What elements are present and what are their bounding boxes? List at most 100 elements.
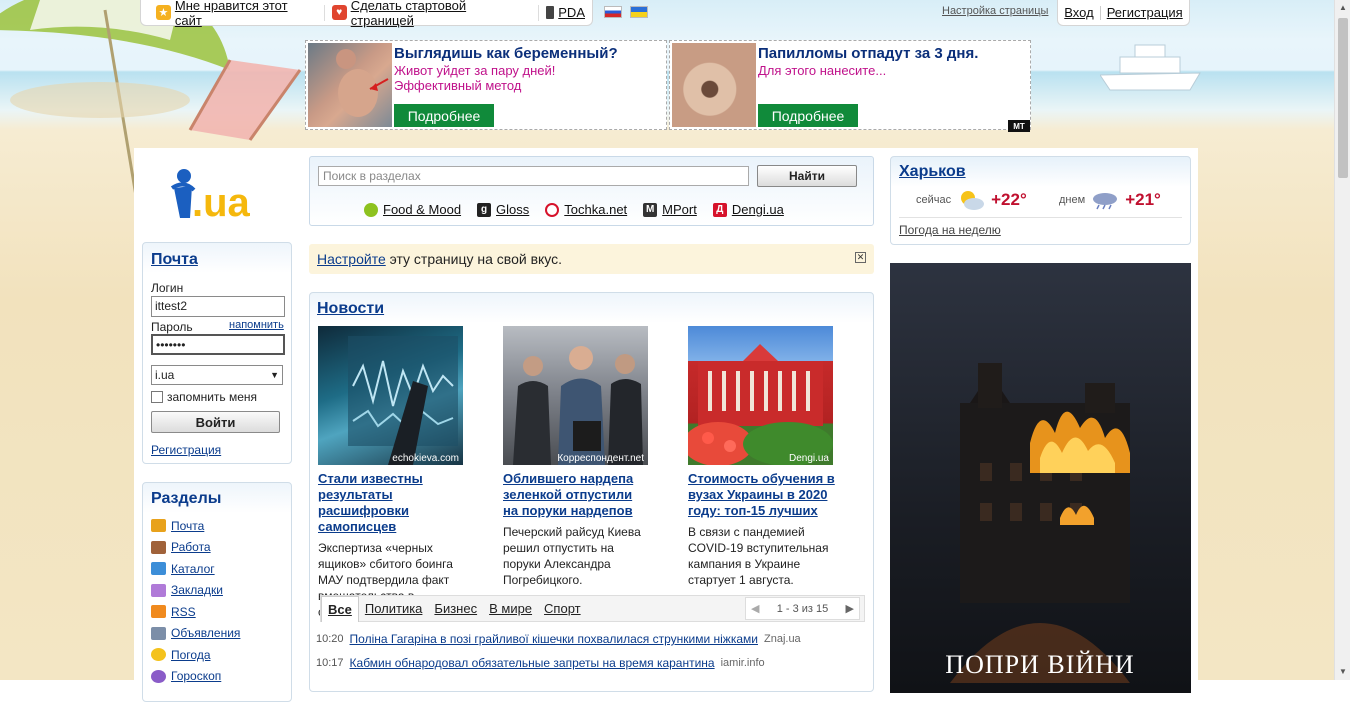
section-item-catalog[interactable]: Каталог <box>151 558 240 580</box>
section-item-bookmarks[interactable]: Закладки <box>151 580 240 602</box>
news-link[interactable]: Кабмин обнародовал обязательные запреты … <box>350 656 715 670</box>
ad-title[interactable]: Выглядишь как беременный? <box>394 45 618 62</box>
news-source: Dengi.ua <box>788 453 829 464</box>
tab-sport[interactable]: Спорт <box>538 596 587 621</box>
partner-foodmood[interactable]: Food & Mood <box>364 202 461 217</box>
ad-more-button[interactable]: Подробнее <box>758 104 858 127</box>
page-settings-link[interactable]: Настройка страницы <box>942 5 1048 17</box>
section-item-mail[interactable]: Почта <box>151 515 240 537</box>
customize-link[interactable]: Настройте <box>317 251 386 267</box>
section-item-horoscope[interactable]: Гороскоп <box>151 666 240 688</box>
news-link[interactable]: Поліна Гагаріна в позі грайливої кішечки… <box>350 632 758 646</box>
signin-button[interactable]: Войти <box>151 411 280 433</box>
chevron-right-icon[interactable]: ▶ <box>846 602 854 615</box>
search-input[interactable]: Поиск в разделах <box>318 166 749 186</box>
ad-block-2[interactable]: Папилломы отпадут за 3 дня. Для этого на… <box>669 40 1031 130</box>
section-label[interactable]: Объявления <box>171 626 240 640</box>
partner-tochka[interactable]: Tochka.net <box>545 202 627 217</box>
weather-city[interactable]: Харьков <box>899 163 966 181</box>
news-source: echokieva.com <box>392 453 459 464</box>
partner-label[interactable]: Food & Mood <box>383 202 461 217</box>
pda-link[interactable]: PDA <box>558 5 585 20</box>
sections-panel: Разделы Почта Работа Каталог Закладки RS… <box>142 482 292 702</box>
section-label[interactable]: RSS <box>171 605 196 619</box>
partner-gloss[interactable]: g Gloss <box>477 202 529 217</box>
domain-select[interactable]: i.ua ▼ <box>151 365 283 385</box>
news-image[interactable]: echokieva.com <box>318 326 463 465</box>
close-icon[interactable]: ✕ <box>855 252 866 263</box>
partner-dengi[interactable]: Д Dengi.ua <box>712 202 784 217</box>
iua-logo-icon: .ua <box>170 169 251 225</box>
news-card[interactable]: Dengi.ua Стоимость обучения в вузах Укра… <box>688 326 835 588</box>
mail-register-link[interactable]: Регистрация <box>151 443 221 457</box>
password-input[interactable]: ••••••• <box>151 334 285 355</box>
section-item-weather[interactable]: Погода <box>151 644 240 666</box>
weather-now-label: сейчас <box>916 194 952 206</box>
ad-title[interactable]: Папилломы отпадут за 3 дня. <box>758 45 978 62</box>
search-button[interactable]: Найти <box>757 165 857 187</box>
section-item-jobs[interactable]: Работа <box>151 537 240 559</box>
section-label[interactable]: Гороскоп <box>171 669 221 683</box>
ad-subtitle: Живот уйдет за пару дней! Эффективный ме… <box>394 63 555 93</box>
star-icon: ★ <box>156 5 171 20</box>
section-item-ads[interactable]: Объявления <box>151 623 240 645</box>
scroll-down-icon[interactable]: ▼ <box>1339 667 1347 676</box>
news-headline[interactable]: Облившего нардепа зеленкой отпустили на … <box>503 471 650 519</box>
site-logo[interactable]: .ua <box>170 166 270 229</box>
chevron-left-icon[interactable]: ◀ <box>751 602 759 615</box>
scroll-up-icon[interactable]: ▲ <box>1339 3 1347 12</box>
ad-banner[interactable]: ПОПРИ ВІЙНИ <box>890 263 1191 693</box>
partner-label[interactable]: Gloss <box>496 202 529 217</box>
section-label[interactable]: Каталог <box>171 562 215 576</box>
partner-label[interactable]: Tochka.net <box>564 202 627 217</box>
login-link[interactable]: Вход <box>1064 5 1093 20</box>
section-item-rss[interactable]: RSS <box>151 601 240 623</box>
remember-label[interactable]: запомнить меня <box>167 390 257 404</box>
ad-image-belly[interactable] <box>308 43 392 127</box>
pda-item[interactable]: PDA <box>539 5 592 21</box>
register-link[interactable]: Регистрация <box>1107 5 1183 20</box>
tab-all[interactable]: Все <box>321 596 359 622</box>
phone-icon <box>546 6 555 19</box>
tab-business[interactable]: Бизнес <box>428 596 483 621</box>
news-list-item[interactable]: 10:20 Поліна Гагаріна в позі грайливої к… <box>316 632 801 646</box>
section-label[interactable]: Почта <box>171 519 204 533</box>
section-label[interactable]: Работа <box>171 540 211 554</box>
news-card[interactable]: echokieva.com Стали известны результаты … <box>318 326 465 620</box>
ad-block-1[interactable]: Выглядишь как беременный? Живот уйдет за… <box>305 40 667 130</box>
mail-title[interactable]: Почта <box>151 251 198 269</box>
section-label[interactable]: Закладки <box>171 583 223 597</box>
pager-text: 1 - 3 из 15 <box>776 602 829 615</box>
scrollbar-thumb[interactable] <box>1338 18 1348 178</box>
page-scrollbar[interactable]: ▲ ▼ <box>1334 0 1350 680</box>
news-title[interactable]: Новости <box>317 300 384 318</box>
tab-world[interactable]: В мире <box>483 596 538 621</box>
ad-more-button[interactable]: Подробнее <box>394 104 494 127</box>
ad-image-eye[interactable] <box>672 43 756 127</box>
partner-mport[interactable]: M MPort <box>643 202 697 217</box>
partner-label[interactable]: Dengi.ua <box>732 202 784 217</box>
remember-checkbox[interactable] <box>151 391 163 403</box>
ad-network-badge[interactable]: MT <box>1008 120 1030 132</box>
section-label[interactable]: Погода <box>171 648 211 662</box>
tab-politics[interactable]: Политика <box>359 596 429 621</box>
make-start-link[interactable]: Сделать стартовой страницей <box>351 0 532 28</box>
beach-chair-decoration <box>188 59 302 141</box>
news-headline[interactable]: Стоимость обучения в вузах Украины в 202… <box>688 471 835 519</box>
weekly-weather-link[interactable]: Погода на неделю <box>899 223 1001 237</box>
news-headline[interactable]: Стали известны результаты расшифровки са… <box>318 471 465 535</box>
like-site-link[interactable]: Мне нравится этот сайт <box>175 0 317 28</box>
news-card[interactable]: Корреспондент.net Облившего нардепа зеле… <box>503 326 650 588</box>
like-site-item[interactable]: ★ Мне нравится этот сайт <box>149 0 325 28</box>
partly-sunny-icon <box>961 191 985 210</box>
news-image[interactable]: Корреспондент.net <box>503 326 648 465</box>
partner-label[interactable]: MPort <box>662 202 697 217</box>
bookmark-icon <box>151 583 166 597</box>
login-input[interactable]: ittest2 <box>151 296 285 317</box>
news-image[interactable]: Dengi.ua <box>688 326 833 465</box>
news-list-item[interactable]: 10:17 Кабмин обнародовал обязательные за… <box>316 656 765 670</box>
remind-password-link[interactable]: напомнить <box>229 319 284 331</box>
ukrainian-flag-icon[interactable] <box>630 6 648 18</box>
make-start-item[interactable]: ♥ Сделать стартовой страницей <box>325 0 540 28</box>
russian-flag-icon[interactable] <box>604 6 622 18</box>
